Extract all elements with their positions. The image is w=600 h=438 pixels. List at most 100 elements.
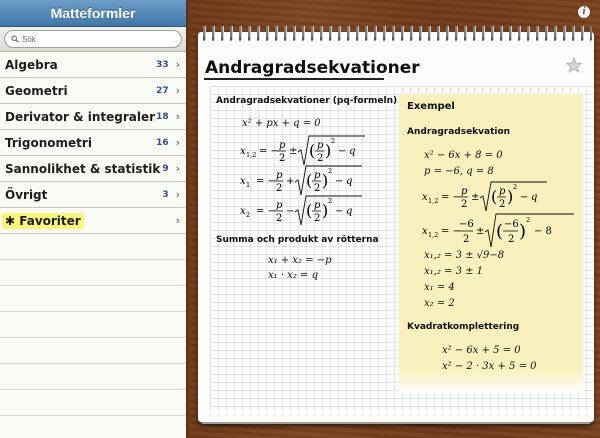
svg-text:p: p	[461, 186, 468, 197]
svg-text:1,2: 1,2	[246, 151, 256, 159]
example-root-x2: x₂ = 2	[424, 298, 455, 309]
svg-text:(: (	[306, 171, 312, 190]
sidebar-item-algebra[interactable]: Algebra 33 ›	[0, 52, 186, 78]
pq-heading: Andragradsekvationer (pq-formeln)	[216, 96, 398, 106]
title-underline	[204, 78, 384, 80]
svg-text:= −: = −	[256, 176, 276, 187]
sidebar-item-label: ✱ Favoriter	[2, 212, 84, 229]
svg-text:±: ±	[476, 226, 484, 237]
sidebar-item-label: Derivator & integraler	[5, 109, 156, 124]
example-equation: x² − 6x + 8 = 0	[424, 150, 503, 161]
sidebar-item-count: 16	[156, 137, 169, 148]
svg-text:+: +	[286, 176, 294, 187]
category-list: Algebra 33 › Geometri 27 › Derivator & i…	[0, 52, 186, 234]
svg-text:p: p	[314, 170, 321, 181]
star-icon[interactable]	[566, 57, 582, 73]
svg-text:2: 2	[463, 234, 469, 245]
sidebar-item-ovrigt[interactable]: Övrigt 3 ›	[0, 182, 186, 208]
svg-text:2: 2	[314, 213, 320, 224]
svg-text:(: (	[309, 141, 315, 160]
sidebar-item-trigonometri[interactable]: Trigonometri 16 ›	[0, 130, 186, 156]
sidebar-item-count: 18	[156, 111, 169, 122]
search-input[interactable]	[22, 34, 172, 44]
chevron-right-icon: ›	[175, 162, 180, 175]
svg-text:−: −	[335, 206, 343, 217]
svg-text:2: 2	[276, 183, 282, 194]
product-of-roots: x₁ · x₂ = q	[268, 270, 318, 281]
empty-row	[0, 234, 186, 260]
example-root-x1: x₁ = 4	[424, 282, 455, 293]
example-pq-substituted: x 1,2 = − p 2 ± ( p 2 ) 2 − q	[422, 180, 572, 214]
sidebar-item-favoriter[interactable]: ✱ Favoriter ›	[0, 208, 186, 234]
chevron-right-icon: ›	[175, 84, 180, 97]
svg-text:−6: −6	[459, 219, 474, 230]
empty-row	[0, 312, 186, 338]
svg-text:2: 2	[508, 234, 514, 245]
svg-text:2: 2	[331, 137, 335, 145]
sidebar-item-derivator[interactable]: Derivator & integraler 18 ›	[0, 104, 186, 130]
empty-row	[0, 260, 186, 286]
asterisk-icon: ✱	[5, 213, 20, 228]
search-icon	[11, 35, 19, 43]
root-x1-formula: x 1 = − p 2 + ( p 2 ) 2 − q	[240, 164, 390, 198]
chevron-right-icon: ›	[175, 214, 180, 227]
svg-text:2: 2	[276, 213, 282, 224]
example-numbers-substituted: x 1,2 = − −6 2 ± ( −6 2 ) 2 − 8	[422, 212, 582, 250]
sidebar-item-count: 3	[162, 189, 169, 200]
svg-text:−: −	[338, 146, 346, 157]
svg-text:2: 2	[526, 216, 530, 224]
search-bar	[0, 27, 186, 52]
svg-text:q: q	[531, 192, 537, 203]
sidebar-item-label: Algebra	[5, 57, 58, 72]
svg-text:−: −	[286, 206, 294, 217]
svg-text:(: (	[496, 221, 503, 242]
sum-of-roots: x₁ + x₂ = −p	[268, 255, 332, 266]
svg-text:(: (	[306, 201, 312, 220]
svg-text:p: p	[279, 140, 286, 151]
info-icon[interactable]: i	[578, 6, 590, 18]
svg-text:p: p	[314, 200, 321, 211]
root-x2-formula: x 2 = − p 2 − ( p 2 ) 2 − q	[240, 194, 390, 228]
sidebar-item-label: Geometri	[5, 83, 68, 98]
sidebar-item-label: Övrigt	[5, 187, 48, 202]
completing-square-step1: x² − 6x + 5 = 0	[442, 345, 521, 356]
search-box[interactable]	[4, 30, 182, 48]
svg-text:= −: = −	[441, 226, 461, 237]
svg-text:2: 2	[279, 153, 285, 164]
spiral-holes	[200, 37, 592, 41]
sidebar-item-count: 33	[156, 59, 169, 70]
svg-text:1: 1	[246, 181, 250, 189]
svg-text:q: q	[349, 146, 355, 157]
svg-text:p: p	[276, 170, 283, 181]
example-subheading-equation: Andragradsekvation	[407, 127, 511, 137]
sidebar-item-sannolikhet[interactable]: Sannolikhet & statistik 9 ›	[0, 156, 186, 182]
svg-text:2: 2	[499, 199, 505, 210]
svg-text:p: p	[317, 140, 324, 151]
svg-text:2: 2	[328, 167, 332, 175]
sidebar-item-geometri[interactable]: Geometri 27 ›	[0, 78, 186, 104]
chevron-right-icon: ›	[175, 110, 180, 123]
svg-text:2: 2	[328, 197, 332, 205]
favorites-label: Favoriter	[19, 213, 81, 228]
svg-text:2: 2	[317, 153, 323, 164]
pq-formula: x 1,2 = − p 2 ± ( p 2 ) 2 − q	[240, 134, 390, 168]
svg-text:±: ±	[471, 192, 479, 203]
sidebar: Matteformler Algebra 33 › Geometri 27 › …	[0, 0, 188, 438]
svg-text:2: 2	[513, 183, 517, 191]
example-subheading-completing-square: Kvadratkomplettering	[407, 322, 520, 332]
chevron-right-icon: ›	[175, 188, 180, 201]
svg-text:2: 2	[461, 199, 467, 210]
svg-text:p: p	[276, 200, 283, 211]
svg-text:−: −	[520, 192, 528, 203]
page-title: Andragradsekvationer	[205, 58, 420, 78]
svg-text:= −: = −	[256, 206, 276, 217]
chevron-right-icon: ›	[175, 58, 180, 71]
svg-text:): )	[519, 221, 526, 242]
empty-row	[0, 338, 186, 364]
svg-text:q: q	[346, 206, 352, 217]
chevron-right-icon: ›	[175, 136, 180, 149]
empty-row	[0, 364, 186, 390]
svg-text:1,2: 1,2	[428, 197, 438, 205]
svg-text:− 8: − 8	[534, 226, 552, 237]
empty-row	[0, 390, 186, 416]
